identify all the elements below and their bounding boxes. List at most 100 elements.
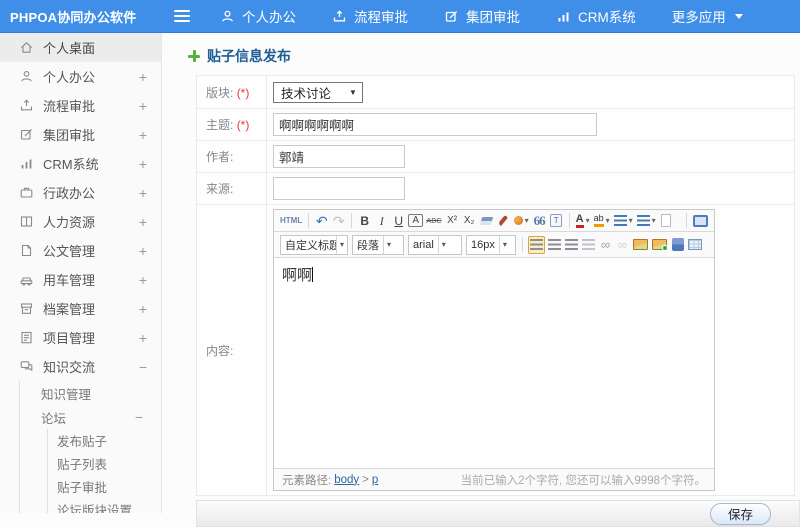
expand-icon[interactable]: + <box>139 128 147 142</box>
sidebar-item-group-approval[interactable]: 集团审批 + <box>0 120 161 149</box>
editor-content-area[interactable]: 啊啊 <box>274 258 714 468</box>
document-icon <box>21 244 32 257</box>
expand-icon[interactable]: + <box>139 302 147 316</box>
custom-title-select[interactable]: 自定义标题 ▾ <box>280 234 348 255</box>
sidebar-item-knowledge-mgmt[interactable]: 知识管理 <box>20 381 161 405</box>
border-text-button[interactable]: A <box>408 214 424 227</box>
top-nav-label: 集团审批 <box>466 10 520 25</box>
blank-page-icon <box>661 214 672 227</box>
background-color-button[interactable]: ab ▾ <box>593 212 611 230</box>
fullscreen-button[interactable] <box>692 212 709 230</box>
expand-icon[interactable]: + <box>139 70 147 84</box>
paste-plain-button[interactable]: T <box>549 212 564 230</box>
paragraph-format-select[interactable]: 段落 ▾ <box>352 234 404 255</box>
redo-icon[interactable]: ↷ <box>331 212 346 230</box>
upload-image-button[interactable] <box>651 236 668 254</box>
expand-icon[interactable]: + <box>139 99 147 113</box>
sidebar-item-post-publish[interactable]: 发布贴子 <box>48 429 161 452</box>
subscript-button[interactable]: X₂ <box>462 212 477 230</box>
strikethrough-button[interactable]: ABC <box>425 212 442 230</box>
sidebar-item-crm[interactable]: CRM系统 + <box>0 149 161 178</box>
format-painter-button[interactable] <box>496 212 511 230</box>
unordered-list-button[interactable]: ▾ <box>636 212 657 230</box>
rich-text-editor: HTML ↶ ↷ B I U A ABC X² X₂ ▾ 66 T A ▾ ab… <box>273 209 715 491</box>
font-color-button[interactable]: A ▾ <box>575 212 591 230</box>
sidebar-item-forum-board-settings[interactable]: 论坛版块设置 <box>48 498 161 513</box>
expand-icon[interactable]: + <box>139 331 147 345</box>
sidebar-item-project-mgmt[interactable]: 项目管理 + <box>0 323 161 352</box>
insert-link-button[interactable]: ∞ <box>598 236 613 254</box>
sidebar-item-post-list[interactable]: 贴子列表 <box>48 452 161 475</box>
undo-icon[interactable]: ↶ <box>314 212 329 230</box>
sidebar-item-post-approval[interactable]: 贴子审批 <box>48 475 161 498</box>
expand-icon[interactable]: + <box>139 273 147 287</box>
source-input[interactable] <box>273 177 405 200</box>
element-path-body-link[interactable]: body <box>334 474 359 486</box>
sidebar-item-archive-mgmt[interactable]: 档案管理 + <box>0 294 161 323</box>
sidebar-item-label: 论坛版块设置 <box>57 504 133 513</box>
italic-button[interactable]: I <box>374 212 389 230</box>
expand-icon[interactable]: + <box>139 244 147 258</box>
sidebar-item-workflow-approval[interactable]: 流程审批 + <box>0 91 161 120</box>
superscript-button[interactable]: X² <box>445 212 460 230</box>
author-input[interactable] <box>273 145 405 168</box>
source-code-button[interactable]: HTML <box>279 212 303 230</box>
align-center-button[interactable] <box>547 236 562 254</box>
sidebar-item-label: 项目管理 <box>43 331 96 346</box>
auto-typeset-button[interactable]: ▾ <box>513 212 530 230</box>
divider <box>686 213 687 228</box>
table-icon <box>688 239 702 250</box>
board-select[interactable]: 技术讨论 ▼ <box>273 81 363 103</box>
collapse-icon[interactable]: − <box>139 360 147 374</box>
font-size-select[interactable]: 16px ▾ <box>466 234 516 255</box>
sidebar: 个人桌面 个人办公 + 流程审批 + 集团审批 + CRM系统 + 行政办公 +… <box>0 33 162 513</box>
expand-icon[interactable]: + <box>139 186 147 200</box>
sidebar-item-hr[interactable]: 人力资源 + <box>0 207 161 236</box>
underline-button[interactable]: U <box>391 212 406 230</box>
align-justify-button[interactable] <box>581 236 596 254</box>
top-navigation-bar: PHPOA协同办公软件 个人办公 流程审批 集团审批 CRM系统 更多应用 <box>0 0 800 33</box>
subject-input[interactable] <box>273 113 597 136</box>
sidebar-item-knowledge-exchange[interactable]: 知识交流 − <box>0 352 161 381</box>
insert-media-button[interactable] <box>670 236 685 254</box>
top-nav-workflow-approval[interactable]: 流程审批 <box>332 6 408 26</box>
top-nav-crm[interactable]: CRM系统 <box>556 6 636 26</box>
blockquote-button[interactable]: 66 <box>532 212 547 230</box>
top-nav-group-approval[interactable]: 集团审批 <box>444 6 520 26</box>
save-button[interactable]: 保存 <box>709 502 771 525</box>
element-path-p-link[interactable]: p <box>372 474 378 486</box>
sidebar-item-desktop[interactable]: 个人桌面 <box>0 33 161 62</box>
sidebar-item-vehicle-mgmt[interactable]: 用车管理 + <box>0 265 161 294</box>
expand-icon[interactable]: + <box>139 215 147 229</box>
app-title: PHPOA协同办公软件 <box>10 9 137 25</box>
insert-table-button[interactable] <box>687 236 703 254</box>
align-left-button[interactable] <box>528 235 545 254</box>
sidebar-item-admin-office[interactable]: 行政办公 + <box>0 178 161 207</box>
briefcase-icon <box>20 187 33 198</box>
ordered-list-button[interactable]: ▾ <box>613 212 634 230</box>
collapse-icon[interactable]: − <box>135 410 161 424</box>
font-family-select[interactable]: arial ▾ <box>408 234 462 255</box>
ordered-list-icon <box>613 215 627 226</box>
top-nav-more-apps[interactable]: 更多应用 <box>672 6 743 26</box>
align-right-button[interactable] <box>564 236 579 254</box>
new-page-button[interactable] <box>659 212 674 230</box>
remove-format-button[interactable] <box>479 212 494 230</box>
insert-image-button[interactable] <box>632 236 649 254</box>
sidebar-item-personal-office[interactable]: 个人办公 + <box>0 62 161 91</box>
remove-link-button[interactable]: ∞ <box>615 236 630 254</box>
bold-button[interactable]: B <box>357 212 372 230</box>
caret-down-icon: ▾ <box>524 215 529 225</box>
archive-icon <box>20 303 33 314</box>
select-caret-icon: ▼ <box>349 87 357 97</box>
sidebar-item-forum[interactable]: 论坛 − <box>20 405 161 429</box>
expand-icon[interactable]: + <box>139 157 147 171</box>
post-form: 版块: (*) 技术讨论 ▼ 主题: (*) 作者: <box>196 75 795 496</box>
brush-icon <box>498 215 509 226</box>
sidebar-item-document-mgmt[interactable]: 公文管理 + <box>0 236 161 265</box>
menu-icon[interactable] <box>174 10 192 22</box>
sidebar-item-label: 档案管理 <box>43 302 96 317</box>
top-nav: 个人办公 流程审批 集团审批 CRM系统 更多应用 <box>220 6 743 26</box>
top-nav-personal-office[interactable]: 个人办公 <box>220 6 296 26</box>
image-icon <box>633 239 648 250</box>
